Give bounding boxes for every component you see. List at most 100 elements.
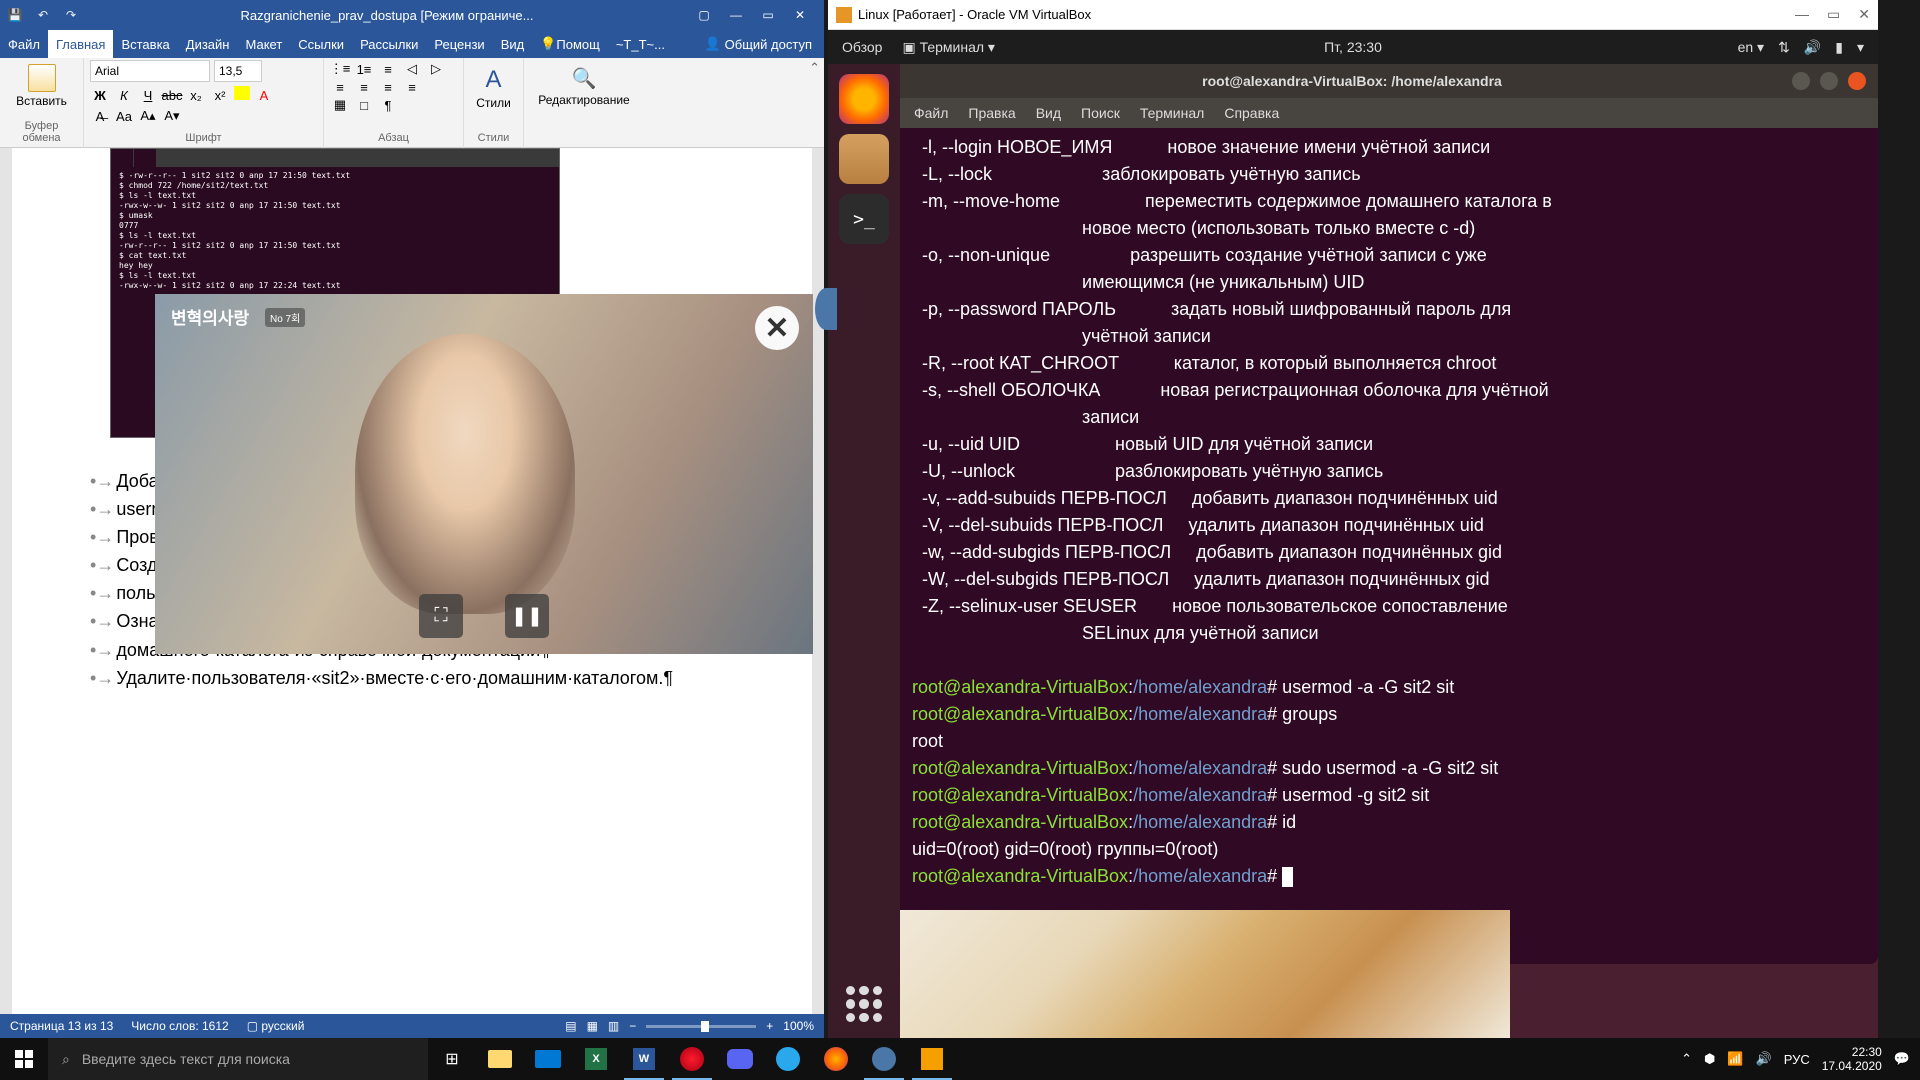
align-right-button[interactable]: ≡ [378, 78, 398, 96]
indent-dec-button[interactable]: ◁ [402, 60, 422, 78]
dock-firefox-icon[interactable] [839, 74, 889, 124]
menu-edit[interactable]: Правка [968, 105, 1015, 121]
tab-mailings[interactable]: Рассылки [352, 30, 426, 58]
multilevel-button[interactable]: ≡ [378, 60, 398, 78]
zoom-out-icon[interactable]: − [629, 1019, 636, 1033]
align-left-button[interactable]: ≡ [330, 78, 350, 96]
tab-layout[interactable]: Макет [237, 30, 290, 58]
vk-browser-edge[interactable] [815, 288, 837, 330]
tab-design[interactable]: Дизайн [178, 30, 238, 58]
taskbar-explorer-icon[interactable] [476, 1038, 524, 1080]
system-menu-icon[interactable]: ▾ [1857, 39, 1864, 56]
start-button[interactable] [0, 1038, 48, 1080]
taskbar-discord-icon[interactable] [716, 1038, 764, 1080]
tray-notifications-icon[interactable]: 💬 [1894, 1051, 1910, 1067]
font-name-select[interactable] [90, 60, 210, 82]
dock-terminal-icon[interactable]: >_ [839, 194, 889, 244]
taskbar-vk-icon[interactable] [860, 1038, 908, 1080]
read-mode-icon[interactable]: ▤ [565, 1019, 576, 1033]
video-overlay[interactable]: 변혁의사랑 No 7회 ✕ ⛶ ❚❚ [155, 294, 813, 654]
language-indicator[interactable]: ▢ русский [247, 1019, 305, 1033]
close-icon[interactable]: ✕ [790, 8, 810, 22]
tray-bluetooth-icon[interactable]: ⬢ [1704, 1051, 1715, 1067]
page-indicator[interactable]: Страница 13 из 13 [10, 1019, 113, 1033]
text-effects-button[interactable]: Aa [114, 107, 134, 125]
ribbon-options-icon[interactable]: ▢ [694, 8, 714, 22]
activities-button[interactable]: Обзор [842, 39, 882, 55]
tell-me[interactable]: 💡 Помощ [532, 30, 608, 58]
terminal-minimize-icon[interactable] [1792, 72, 1810, 90]
undo-icon[interactable]: ↶ [34, 6, 52, 24]
collapse-ribbon-icon[interactable]: ⌃ [809, 60, 820, 76]
app-menu-terminal[interactable]: ▣ Терминал ▾ [902, 39, 995, 56]
menu-view[interactable]: Вид [1036, 105, 1061, 121]
taskbar-mail-icon[interactable] [524, 1038, 572, 1080]
underline-button[interactable]: Ч [138, 86, 158, 104]
align-center-button[interactable]: ≡ [354, 78, 374, 96]
taskbar-search[interactable]: ⌕Введите здесь текст для поиска [48, 1038, 428, 1080]
bold-button[interactable]: Ж [90, 86, 110, 104]
styles-icon[interactable]: A [485, 66, 501, 93]
highlight-button[interactable] [234, 86, 250, 100]
grow-font-button[interactable]: A▴ [138, 107, 158, 125]
paste-button[interactable]: Вставить [6, 60, 77, 112]
menu-file[interactable]: Файл [914, 105, 948, 121]
clock[interactable]: Пт, 23:30 [1324, 39, 1382, 55]
terminal-close-icon[interactable] [1848, 72, 1866, 90]
word-document-area[interactable]: $ -rw-r--r-- 1 sit2 sit2 0 anp 17 21:50 … [0, 148, 824, 1014]
save-icon[interactable]: 💾 [6, 6, 24, 24]
input-language[interactable]: en ▾ [1738, 39, 1765, 56]
tray-language[interactable]: РУС [1784, 1052, 1810, 1067]
subscript-button[interactable]: x₂ [186, 86, 206, 104]
volume-icon[interactable]: 🔊 [1804, 39, 1821, 56]
taskbar-app-icon[interactable] [908, 1038, 956, 1080]
dock-apps-icon[interactable] [846, 986, 882, 1022]
strike-button[interactable]: abc [162, 86, 182, 104]
tab-references[interactable]: Ссылки [290, 30, 352, 58]
superscript-button[interactable]: x² [210, 86, 230, 104]
dock-files-icon[interactable] [839, 134, 889, 184]
maximize-icon[interactable]: ▭ [758, 8, 778, 22]
pause-button[interactable]: ❚❚ [505, 594, 549, 638]
menu-help[interactable]: Справка [1224, 105, 1279, 121]
zoom-slider[interactable] [646, 1025, 756, 1028]
justify-button[interactable]: ≡ [402, 78, 422, 96]
show-marks-button[interactable]: ¶ [378, 96, 398, 114]
print-layout-icon[interactable]: ▦ [587, 1019, 598, 1033]
redo-icon[interactable]: ↷ [62, 6, 80, 24]
tray-chevron-icon[interactable]: ⌃ [1681, 1051, 1692, 1067]
task-view-icon[interactable]: ⊞ [428, 1038, 476, 1080]
menu-search[interactable]: Поиск [1081, 105, 1120, 121]
taskbar-word-icon[interactable]: W [620, 1038, 668, 1080]
minimize-icon[interactable]: — [1795, 6, 1809, 23]
taskbar-excel-icon[interactable]: X [572, 1038, 620, 1080]
terminal-maximize-icon[interactable] [1820, 72, 1838, 90]
user-name[interactable]: ~T_T~... [608, 30, 673, 58]
share-button[interactable]: 👤 Общий доступ [692, 36, 824, 52]
network-icon[interactable]: ⇅ [1778, 39, 1790, 56]
taskbar-opera-icon[interactable] [668, 1038, 716, 1080]
indent-inc-button[interactable]: ▷ [426, 60, 446, 78]
word-count[interactable]: Число слов: 1612 [131, 1019, 228, 1033]
tray-volume-icon[interactable]: 🔊 [1756, 1051, 1772, 1067]
tray-wifi-icon[interactable]: 📶 [1727, 1051, 1743, 1067]
pip-button[interactable]: ⛶ [419, 594, 463, 638]
find-icon[interactable]: 🔍 [572, 68, 597, 90]
borders-button[interactable]: □ [354, 96, 374, 114]
font-color-button[interactable]: A [254, 86, 274, 104]
close-icon[interactable]: ✕ [1858, 6, 1870, 23]
tray-clock[interactable]: 22:3017.04.2020 [1822, 1045, 1882, 1074]
font-size-select[interactable] [214, 60, 262, 82]
web-layout-icon[interactable]: ▥ [608, 1019, 619, 1033]
numbering-button[interactable]: 1≡ [354, 60, 374, 78]
bullets-button[interactable]: ⋮≡ [330, 60, 350, 78]
video-close-button[interactable]: ✕ [755, 306, 799, 350]
tab-review[interactable]: Рецензи [426, 30, 492, 58]
tab-home[interactable]: Главная [48, 30, 113, 58]
clear-format-button[interactable]: A̶ [90, 107, 110, 125]
taskbar-telegram-icon[interactable] [764, 1038, 812, 1080]
shading-button[interactable]: ▦ [330, 96, 350, 114]
menu-terminal[interactable]: Терминал [1140, 105, 1204, 121]
taskbar-firefox-icon[interactable] [812, 1038, 860, 1080]
terminal-content[interactable]: -l, --login НОВОЕ_ИМЯ новое значение име… [900, 128, 1878, 964]
